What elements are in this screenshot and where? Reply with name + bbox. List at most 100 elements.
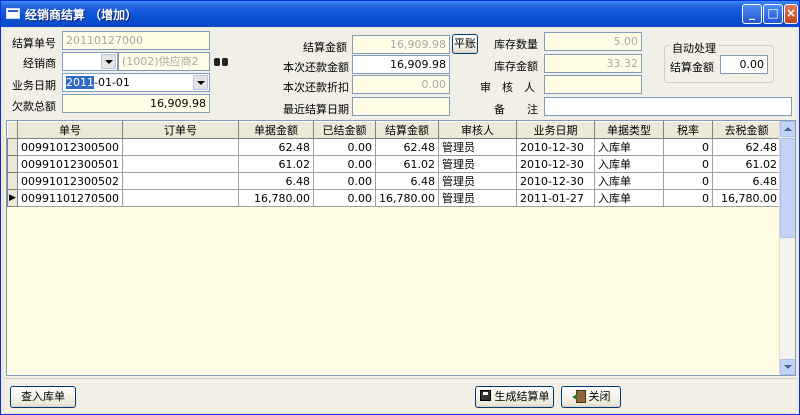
- stock-amount-field: 33.32: [544, 54, 642, 73]
- scroll-up-icon[interactable]: [780, 121, 795, 137]
- document-grid[interactable]: 单号 订单号 单据金额 已结金额 结算金额 审核人 业务日期 单据类型 税率 去…: [6, 120, 796, 376]
- chevron-down-icon[interactable]: [193, 75, 208, 90]
- vertical-scrollbar[interactable]: [779, 121, 795, 375]
- query-inbound-button[interactable]: 查入库单: [10, 386, 76, 408]
- column-header[interactable]: 单据类型: [593, 121, 664, 139]
- auto-settle-amount-field[interactable]: 0.00: [720, 55, 768, 74]
- dealer-code-combo[interactable]: [62, 52, 118, 71]
- table-cell[interactable]: [121, 155, 239, 173]
- table-cell[interactable]: 管理员: [437, 189, 517, 207]
- table-cell[interactable]: 2010-12-30: [515, 155, 595, 173]
- grid-corner: [7, 121, 18, 139]
- column-header[interactable]: 订单号: [121, 121, 239, 139]
- table-cell[interactable]: 0.00: [312, 155, 376, 173]
- table-cell[interactable]: 管理员: [437, 155, 517, 173]
- table-cell[interactable]: 00991101270500: [17, 189, 123, 207]
- table-cell[interactable]: 62.48: [711, 138, 781, 156]
- exit-door-icon: [571, 390, 586, 403]
- table-cell[interactable]: 入库单: [593, 155, 664, 173]
- footer-bar: 查入库单 生成结算单 关闭: [4, 378, 797, 412]
- table-cell[interactable]: 61.02: [237, 155, 314, 173]
- table-cell[interactable]: 2010-12-30: [515, 138, 595, 156]
- table-cell[interactable]: 6.48: [711, 172, 781, 190]
- stock-qty-field: 5.00: [544, 32, 642, 51]
- stock-amount-label: 库存金额: [494, 60, 538, 73]
- settle-no-field[interactable]: 20110127000: [62, 31, 210, 50]
- binoculars-icon[interactable]: [214, 56, 228, 67]
- table-row[interactable]: 00991012300501 61.02 0.00 61.02 管理员 2010…: [7, 155, 781, 173]
- owed-total-label: 欠款总额: [12, 100, 56, 113]
- close-dialog-button[interactable]: 关闭: [561, 386, 621, 408]
- document-table: 单号 订单号 单据金额 已结金额 结算金额 审核人 业务日期 单据类型 税率 去…: [7, 121, 781, 207]
- row-header[interactable]: [7, 155, 18, 173]
- table-row[interactable]: 00991012300502 6.48 0.00 6.48 管理员 2010-1…: [7, 172, 781, 190]
- maximize-button[interactable]: □: [763, 4, 783, 24]
- table-cell[interactable]: 62.48: [374, 138, 439, 156]
- row-header[interactable]: [7, 172, 18, 190]
- column-header[interactable]: 单据金额: [237, 121, 314, 139]
- table-cell[interactable]: 0: [662, 155, 713, 173]
- auto-process-title: 自动处理: [670, 40, 718, 56]
- column-header[interactable]: 已结金额: [312, 121, 376, 139]
- table-cell[interactable]: 入库单: [593, 138, 664, 156]
- table-cell[interactable]: 00991012300502: [17, 172, 123, 190]
- settle-amount-label: 结算金额: [303, 41, 347, 54]
- table-cell[interactable]: 0.00: [312, 172, 376, 190]
- grid-header-row: 单号 订单号 单据金额 已结金额 结算金额 审核人 业务日期 单据类型 税率 去…: [7, 121, 781, 139]
- table-cell[interactable]: 入库单: [593, 189, 664, 207]
- biz-date-picker[interactable]: 2011-01-01: [62, 73, 210, 92]
- table-cell[interactable]: 61.02: [711, 155, 781, 173]
- column-header[interactable]: 税率: [662, 121, 713, 139]
- table-cell[interactable]: 0: [662, 138, 713, 156]
- row-header[interactable]: [7, 138, 18, 156]
- biz-date-label: 业务日期: [12, 79, 56, 92]
- remark-field[interactable]: [544, 97, 792, 116]
- balance-button[interactable]: 平账: [452, 34, 478, 54]
- last-settle-date-field: [352, 97, 450, 116]
- close-dialog-label: 关闭: [588, 390, 611, 403]
- table-cell[interactable]: 0: [662, 189, 713, 207]
- table-cell[interactable]: [121, 189, 239, 207]
- biz-date-year: 2011: [66, 76, 94, 89]
- column-header[interactable]: 结算金额: [374, 121, 439, 139]
- auditor-field: [544, 75, 642, 94]
- table-cell[interactable]: 6.48: [374, 172, 439, 190]
- table-cell[interactable]: 62.48: [237, 138, 314, 156]
- table-cell[interactable]: 0.00: [312, 138, 376, 156]
- table-cell[interactable]: 入库单: [593, 172, 664, 190]
- column-header[interactable]: 单号: [17, 121, 123, 139]
- table-cell[interactable]: 00991012300500: [17, 138, 123, 156]
- generate-settlement-button[interactable]: 生成结算单: [475, 386, 554, 408]
- table-cell[interactable]: 00991012300501: [17, 155, 123, 173]
- column-header[interactable]: 业务日期: [515, 121, 595, 139]
- table-cell[interactable]: [121, 138, 239, 156]
- close-button[interactable]: ×: [784, 4, 798, 24]
- window-title: 经销商结算 （增加）: [25, 8, 138, 22]
- table-cell[interactable]: 管理员: [437, 172, 517, 190]
- minimize-button[interactable]: _: [742, 4, 762, 24]
- auditor-label: 审 核 人: [480, 81, 535, 94]
- table-cell[interactable]: 管理员: [437, 138, 517, 156]
- table-cell[interactable]: 16,780.00: [374, 189, 439, 207]
- scroll-thumb[interactable]: [780, 138, 795, 238]
- table-cell[interactable]: [121, 172, 239, 190]
- table-cell[interactable]: 61.02: [374, 155, 439, 173]
- table-cell[interactable]: 2010-12-30: [515, 172, 595, 190]
- scroll-down-icon[interactable]: [780, 359, 795, 375]
- column-header[interactable]: 去税金额: [711, 121, 781, 139]
- dealer-name-field: (1002)供应商2: [118, 52, 210, 71]
- repay-amount-label: 本次还款金额: [283, 61, 349, 74]
- table-row-current[interactable]: ▶ 00991101270500 16,780.00 0.00 16,780.0…: [7, 189, 781, 207]
- client-area: 结算单号 20110127000 经销商 (1002)供应商2 业务日期 201…: [4, 28, 797, 412]
- table-cell[interactable]: 16,780.00: [237, 189, 314, 207]
- table-row[interactable]: 00991012300500 62.48 0.00 62.48 管理员 2010…: [7, 138, 781, 156]
- repay-amount-field[interactable]: 16,909.98: [352, 55, 450, 74]
- column-header[interactable]: 审核人: [437, 121, 517, 139]
- table-cell[interactable]: 0.00: [312, 189, 376, 207]
- table-cell[interactable]: 2011-01-27: [515, 189, 595, 207]
- table-cell[interactable]: 0: [662, 172, 713, 190]
- table-cell[interactable]: 16,780.00: [711, 189, 781, 207]
- current-row-marker[interactable]: ▶: [7, 189, 18, 207]
- chevron-down-icon[interactable]: [101, 54, 116, 69]
- table-cell[interactable]: 6.48: [237, 172, 314, 190]
